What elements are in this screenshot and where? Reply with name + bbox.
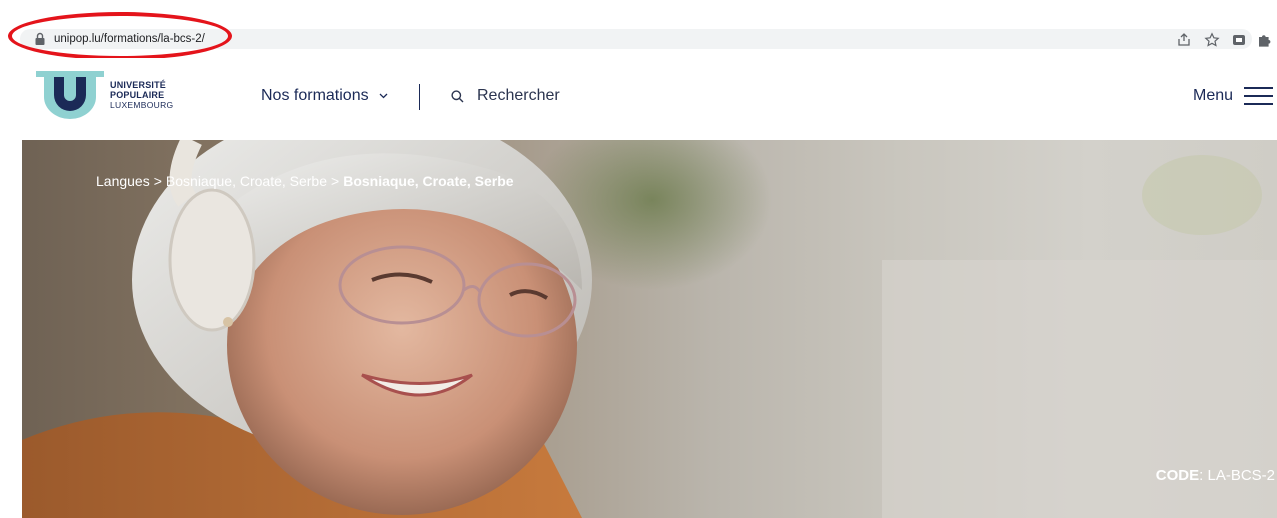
nav-formations-dropdown[interactable]: Nos formations <box>261 87 388 105</box>
logo-wordmark[interactable]: UNIVERSITÉ POPULAIRE LUXEMBOURG <box>110 80 173 110</box>
lock-icon <box>35 32 45 45</box>
menu-button-label[interactable]: Menu <box>1193 87 1233 105</box>
nav-formations-label: Nos formations <box>261 87 369 104</box>
chevron-down-icon <box>379 93 388 99</box>
course-code-label: CODE <box>1155 467 1200 484</box>
logo-line-populaire: POPULAIRE <box>110 90 165 100</box>
breadcrumb-item-langues[interactable]: Langues <box>96 173 150 189</box>
breadcrumb-item-bcs[interactable]: Bosniaque, Croate, Serbe <box>166 173 327 189</box>
hamburger-menu-icon[interactable] <box>1244 86 1273 106</box>
breadcrumb-separator: > <box>331 173 340 189</box>
unipop-logo-mark[interactable] <box>36 71 104 119</box>
breadcrumb-separator: > <box>153 173 162 189</box>
hero-photo-woman-headphones <box>22 140 1277 518</box>
logo-line-universite: UNIVERSITÉ <box>110 80 167 90</box>
share-icon[interactable] <box>1176 32 1192 48</box>
nav-divider <box>419 84 420 110</box>
logo-line-luxembourg: LUXEMBOURG <box>110 100 174 110</box>
star-icon[interactable] <box>1204 32 1220 48</box>
site-header <box>0 58 1277 140</box>
url-text[interactable]: unipop.lu/formations/la-bcs-2/ <box>54 31 205 47</box>
puzzle-icon[interactable] <box>1256 32 1272 48</box>
search-input[interactable]: Rechercher <box>477 87 560 105</box>
extension-icon[interactable] <box>1231 32 1247 48</box>
breadcrumb-current: Bosniaque, Croate, Serbe <box>343 173 514 189</box>
breadcrumb: Langues > Bosniaque, Croate, Serbe > Bosniaq… <box>96 173 514 189</box>
browser-toolbar: unipop.lu/formations/la-bcs-2/ <box>0 0 1277 60</box>
hero-banner: Langues > Bosniaque, Croate, Serbe > Bosniaq… <box>22 140 1277 518</box>
course-code: CODE: LA-BCS-2 <box>1156 467 1275 484</box>
search-icon[interactable] <box>451 90 464 103</box>
course-code-value: : LA-BCS-2 <box>1199 467 1275 484</box>
